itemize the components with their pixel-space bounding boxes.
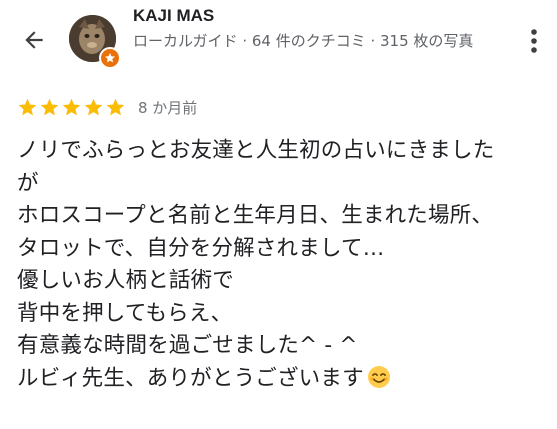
more-options-button[interactable] [520, 24, 548, 58]
author-name[interactable]: KAJI MAS [133, 6, 214, 26]
review-body: ノリでふらっとお友達と人生初の占いにきましたがホロスコープと名前と生年月日、生ま… [17, 135, 549, 395]
star-rating [17, 97, 126, 118]
smiling-face-icon [367, 365, 390, 388]
review-line: 背中を押してもらえ、 [17, 300, 233, 326]
local-guide-badge [99, 47, 121, 69]
star-icon [18, 98, 37, 115]
star-icon [62, 98, 81, 115]
review-line: ルビィ先生、ありがとうございます [17, 363, 549, 396]
star-icon [40, 98, 59, 115]
arrow-back-icon [25, 31, 43, 49]
review-line: 優しいお人柄と話術で [17, 268, 235, 293]
star-icon [106, 98, 125, 115]
star-icon [84, 98, 103, 115]
rating-row: 8 か月前 [17, 95, 197, 119]
review-line: 有意義な時間を過ごせました^ - ^ [17, 333, 358, 358]
review-line: ノリでふらっとお友達と人生初の占いにきました [17, 138, 495, 163]
review-line: が [17, 170, 39, 196]
review-header: KAJI MAS ローカルガイド · 64 件のクチコミ · 315 枚の写真 [0, 0, 557, 80]
author-avatar[interactable] [69, 15, 121, 69]
back-button[interactable] [14, 22, 54, 58]
more-vertical-icon [531, 29, 537, 53]
local-guide-star-icon [105, 53, 115, 63]
review-time: 8 か月前 [138, 98, 198, 117]
review-line: タロットで、自分を分解されまして… [17, 235, 385, 261]
author-meta: ローカルガイド · 64 件のクチコミ · 315 枚の写真 [133, 32, 474, 50]
review-line: ホロスコープと名前と生年月日、生まれた場所、 [17, 203, 494, 228]
